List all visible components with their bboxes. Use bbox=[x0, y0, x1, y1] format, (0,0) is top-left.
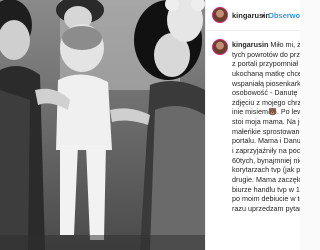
christening-photo-image bbox=[0, 0, 205, 250]
caption-line: ukochaną matkę chcesz bbox=[232, 68, 300, 78]
caption-line: osobowość - Danutę Rin bbox=[232, 88, 300, 98]
caption-line: tych powrotów do przes bbox=[232, 49, 300, 59]
caption-username[interactable]: kingarusin bbox=[232, 40, 268, 49]
caption-line: po moim debiucie w telev bbox=[232, 194, 300, 204]
caption-line: wspaniałą piosenkarkę i bbox=[232, 78, 300, 88]
instagram-post-view: kingarusin • Obserwo kingarusin Miło mi,… bbox=[0, 0, 300, 250]
caption-line: z portali przypomniał mo bbox=[232, 59, 300, 69]
post-header: kingarusin • Obserwo bbox=[206, 0, 300, 31]
caption-line: 60tych, bynajmniej nie n bbox=[232, 155, 300, 165]
caption-avatar[interactable] bbox=[212, 39, 228, 55]
caption-first-text: Miło mi, że bbox=[270, 40, 300, 49]
caption-text: kingarusin Miło mi, że tych powrotów do … bbox=[232, 40, 300, 214]
caption-line: i zaprzyjaźniły na począt bbox=[232, 146, 300, 156]
caption-line: zdjęciu z mojego chrztu bbox=[232, 97, 300, 107]
user-avatar[interactable] bbox=[212, 7, 228, 23]
caption-line: portalu. Mama i Danusia bbox=[232, 136, 300, 146]
caption-line: inie misiem🐻. Po lewej bbox=[232, 107, 300, 117]
post-caption: kingarusin Miło mi, że tych powrotów do … bbox=[206, 31, 300, 250]
follow-button[interactable]: Obserwo bbox=[268, 11, 300, 20]
caption-line: małeńkie sprostowanie bbox=[232, 126, 300, 136]
post-photo[interactable] bbox=[0, 0, 205, 250]
caption-line: drugie. Mama zaczęła pr bbox=[232, 174, 300, 184]
caption-line: razu uprzedzam pytania bbox=[232, 203, 300, 213]
caption-line: korytarzach tvp (jak piszą bbox=[232, 165, 300, 175]
caption-line: biurze handlu tvp w 199 bbox=[232, 184, 300, 194]
separator-dot: • bbox=[262, 11, 265, 20]
post-side-panel: kingarusin • Obserwo kingarusin Miło mi,… bbox=[205, 0, 300, 250]
caption-line: stoi moja mama. Na jej p bbox=[232, 117, 300, 127]
caption-line: kingarusin Miło mi, że bbox=[232, 40, 300, 50]
